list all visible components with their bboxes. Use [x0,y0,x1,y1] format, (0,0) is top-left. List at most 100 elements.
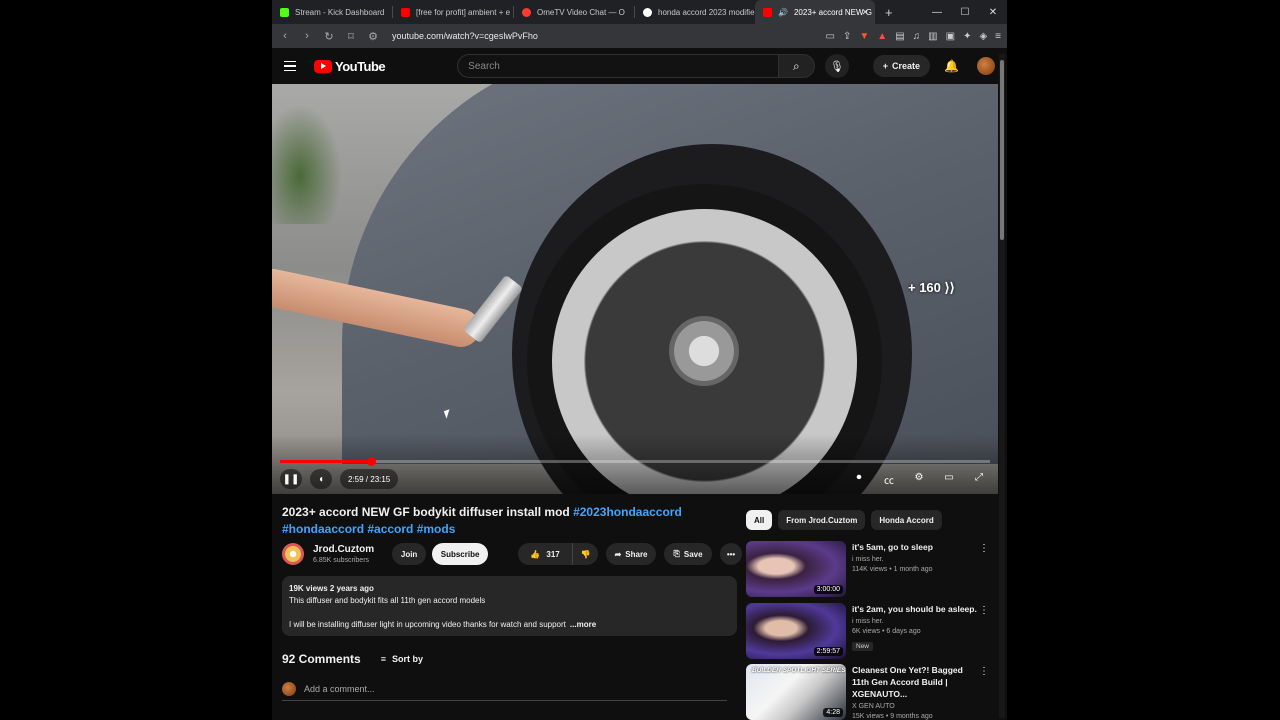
recommended-video[interactable]: 3:00:00 it's 5am, go to sleep i miss her… [746,541,1001,597]
thumbs-down-icon: 👎 [580,549,591,559]
skip-forward-indicator: + 160 ⟩⟩ [908,280,955,296]
close-tab-icon[interactable]: ✕ [861,7,869,18]
video-thumbnail[interactable]: BUILDER SPOTLIGHT SERIES 4:28 [746,664,846,720]
youtube-favicon-icon [763,7,772,17]
video-title[interactable]: Cleanest One Yet?! Bagged 11th Gen Accor… [852,664,977,700]
channel-name[interactable]: Jrod.Cuztom [313,544,374,555]
kebab-menu-icon[interactable]: ⋮ [979,666,989,677]
video-player[interactable]: + 160 ⟩⟩ ❚❚ ◖ 2:59 / 23:15 ⏺ ㏄ ⚙ ▭ ⤢ [272,84,998,494]
channel-avatar[interactable] [282,543,304,565]
like-button[interactable]: 👍 317 [518,543,573,565]
chip-from-channel[interactable]: From Jrod.Cuztom [778,510,866,530]
share-page-icon[interactable]: ⇪ [843,31,851,42]
create-button[interactable]: + Create [872,55,931,77]
description-line: I will be installing diffuser light in u… [289,619,730,631]
volume-icon[interactable]: ◖ [310,469,332,489]
video-info: it's 2am, you should be asleep. i miss h… [852,603,977,653]
dislike-button[interactable]: 👎 [572,543,599,565]
brave-rewards-icon[interactable]: ▲ [877,31,887,42]
channel-name[interactable]: X GEN AUTO [852,703,977,710]
search-input[interactable]: Search [457,54,779,78]
hamburger-menu-icon[interactable] [284,60,296,72]
hashtag-link[interactable]: #2023hondaaccord [573,505,682,519]
url-field[interactable]: youtube.com/watch?v=cgeslwPvFho [392,31,538,41]
save-button[interactable]: ⎘ Save [664,543,713,565]
video-info: it's 5am, go to sleep i miss her. 114K v… [852,541,977,573]
share-button[interactable]: ➦ Share [606,543,657,565]
add-comment-field[interactable]: Add a comment... [282,682,727,701]
cast-icon[interactable]: ▭ [826,31,835,42]
progress-bar[interactable] [280,457,990,466]
autoplay-toggle-icon[interactable]: ⏺ [848,472,870,487]
recommended-video[interactable]: 2:59:57 it's 2am, you should be asleep. … [746,603,1001,659]
minimize-icon[interactable]: — [923,7,951,18]
youtube-favicon-icon [401,7,410,17]
fullscreen-icon[interactable]: ⤢ [968,472,990,487]
close-window-icon[interactable]: ✕ [979,7,1007,18]
comments-header: 92 Comments ≡ Sort by [282,652,423,666]
reload-icon[interactable]: ↻ [322,30,336,43]
channel-name[interactable]: i miss her. [852,556,977,563]
browser-window: Stream - Kick Dashboard [free for profit… [272,0,1007,720]
captions-icon[interactable]: ㏄ [878,472,900,487]
video-title[interactable]: it's 5am, go to sleep [852,541,977,553]
vpn-icon[interactable]: ◈ [979,31,987,42]
video-thumbnail[interactable]: 3:00:00 [746,541,846,597]
tab-kick[interactable]: Stream - Kick Dashboard [272,0,392,24]
more-actions-icon[interactable]: ••• [720,543,743,565]
recommended-video[interactable]: BUILDER SPOTLIGHT SERIES 4:28 Cleanest O… [746,664,1001,720]
video-thumbnail[interactable]: 2:59:57 [746,603,846,659]
ai-icon[interactable]: ✦ [963,31,971,42]
player-controls: ❚❚ ◖ 2:59 / 23:15 ⏺ ㏄ ⚙ ▭ ⤢ [280,469,990,489]
tab-ambient[interactable]: [free for profit] ambient + e [393,0,513,24]
join-button[interactable]: Join [392,543,427,565]
settings-gear-icon[interactable]: ⚙ [908,472,930,487]
account-avatar[interactable] [977,57,995,75]
hashtag-links[interactable]: #hondaaccord #accord #mods [282,522,455,536]
subscriber-count: 6.85K subscribers [313,557,370,564]
search-icon[interactable]: ⌕ [778,54,815,78]
description-box[interactable]: 19K views 2 years ago This diffuser and … [282,576,737,636]
description-text: I will be installing diffuser light in u… [289,620,566,629]
sidebar-icon[interactable]: ▤ [895,31,904,42]
subscribe-button[interactable]: Subscribe [432,543,489,565]
new-tab-button[interactable]: + [875,5,903,20]
reader-icon[interactable]: ▥ [928,31,937,42]
tab-current-video[interactable]: 🔊 2023+ accord NEW G ✕ [755,0,875,24]
view-meta: 19K views 2 years ago [289,584,374,593]
site-settings-icon[interactable]: ⚙ [366,30,380,43]
tab-google-search[interactable]: honda accord 2023 modifie [635,0,755,24]
back-icon[interactable]: ‹ [278,30,292,42]
new-badge: New [852,642,874,651]
related-filter-chips: All From Jrod.Cuztom Honda Accord [746,510,942,530]
tab-ometv[interactable]: OmeTV Video Chat — O [514,0,634,24]
hub-scenery [669,316,739,386]
show-more-link[interactable]: ...more [570,620,596,629]
microphone-icon[interactable]: 🎙 [824,54,849,78]
user-avatar [282,682,296,696]
scrubber-handle[interactable] [366,457,376,466]
save-label: Save [683,549,703,559]
kebab-menu-icon[interactable]: ⋮ [979,543,989,554]
miniplayer-icon[interactable]: ▭ [938,472,960,487]
chip-honda-accord[interactable]: Honda Accord [871,510,942,530]
scrollbar-thumb[interactable] [1000,60,1004,240]
channel-name[interactable]: i miss her. [852,618,977,625]
forward-icon[interactable]: › [300,30,314,42]
notifications-bell-icon[interactable]: 🔔 [944,59,959,73]
sort-by-button[interactable]: ≡ Sort by [381,654,423,664]
music-icon[interactable]: ♫ [913,31,921,42]
chip-all[interactable]: All [746,510,773,530]
video-title[interactable]: it's 2am, you should be asleep. [852,603,977,615]
bookmark-icon[interactable]: ⌑ [344,30,358,43]
brave-shield-icon[interactable]: ▼ [859,31,869,42]
wallet-icon[interactable]: ▣ [946,31,955,42]
plus-icon: + [882,61,889,71]
video-stats: 6K views • 6 days ago [852,628,921,635]
menu-icon[interactable]: ≡ [995,31,1001,42]
youtube-logo[interactable]: YouTube [313,59,386,74]
maximize-icon[interactable]: ☐ [951,7,979,18]
kebab-menu-icon[interactable]: ⋮ [979,605,989,616]
page-scrollbar[interactable] [999,54,1005,718]
pause-icon[interactable]: ❚❚ [280,469,302,489]
